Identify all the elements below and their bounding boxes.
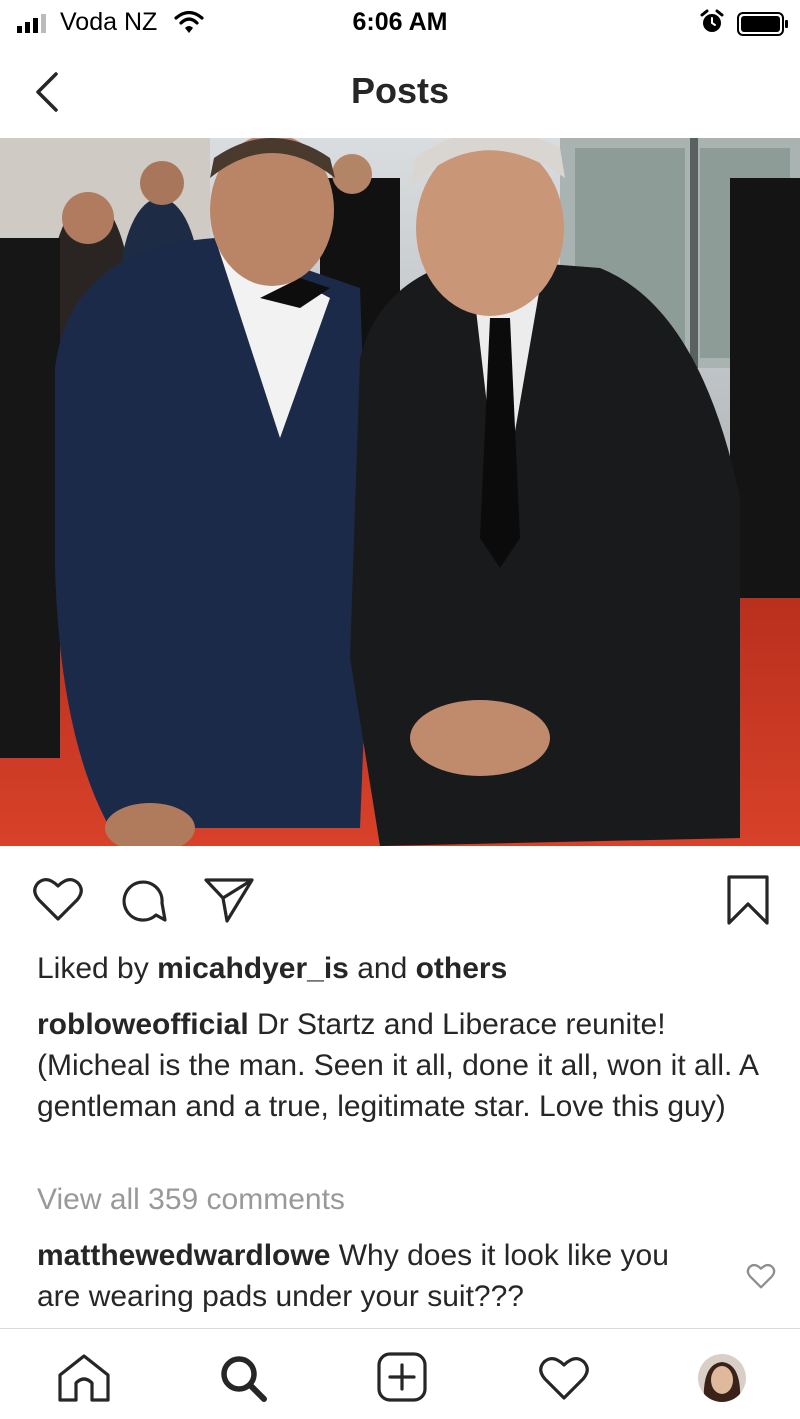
home-icon[interactable] — [56, 1353, 112, 1403]
post-photo[interactable] — [0, 138, 800, 846]
liked-by-user[interactable]: micahdyer_is — [157, 952, 349, 985]
battery-icon — [737, 12, 788, 36]
post-caption: robloweofficial Dr Startz and Liberace r… — [37, 1004, 767, 1127]
comment-item: matthewedwardlowe Why does it look like … — [37, 1235, 717, 1317]
comment-username[interactable]: matthewedwardlowe — [37, 1239, 330, 1272]
post-photo-illustration — [0, 138, 800, 846]
alarm-icon — [700, 9, 724, 32]
likes-middle: and — [348, 952, 416, 985]
likes-line: Liked by micahdyer_is and others — [37, 952, 507, 986]
view-all-comments-link[interactable]: View all 359 comments — [37, 1183, 345, 1217]
bookmark-icon[interactable] — [726, 874, 770, 926]
likes-others[interactable]: others — [416, 952, 508, 985]
profile-avatar[interactable] — [698, 1354, 746, 1402]
activity-icon[interactable] — [538, 1355, 590, 1401]
caption-username[interactable]: robloweofficial — [37, 1008, 249, 1041]
comment-heart-icon[interactable] — [746, 1263, 776, 1289]
status-bar: Voda NZ 6:06 AM — [0, 0, 800, 46]
share-icon[interactable] — [203, 876, 255, 924]
nav-bar: Posts — [0, 46, 800, 139]
post-action-bar — [0, 846, 800, 946]
likes-prefix: Liked by — [37, 952, 158, 985]
clock: 6:06 AM — [352, 8, 448, 36]
avatar-image — [698, 1354, 746, 1402]
comment-icon[interactable] — [118, 876, 168, 926]
bottom-tab-bar — [0, 1328, 800, 1419]
heart-icon[interactable] — [32, 876, 84, 922]
search-icon[interactable] — [218, 1353, 268, 1403]
page-title: Posts — [350, 70, 450, 111]
new-post-icon[interactable] — [376, 1351, 428, 1403]
